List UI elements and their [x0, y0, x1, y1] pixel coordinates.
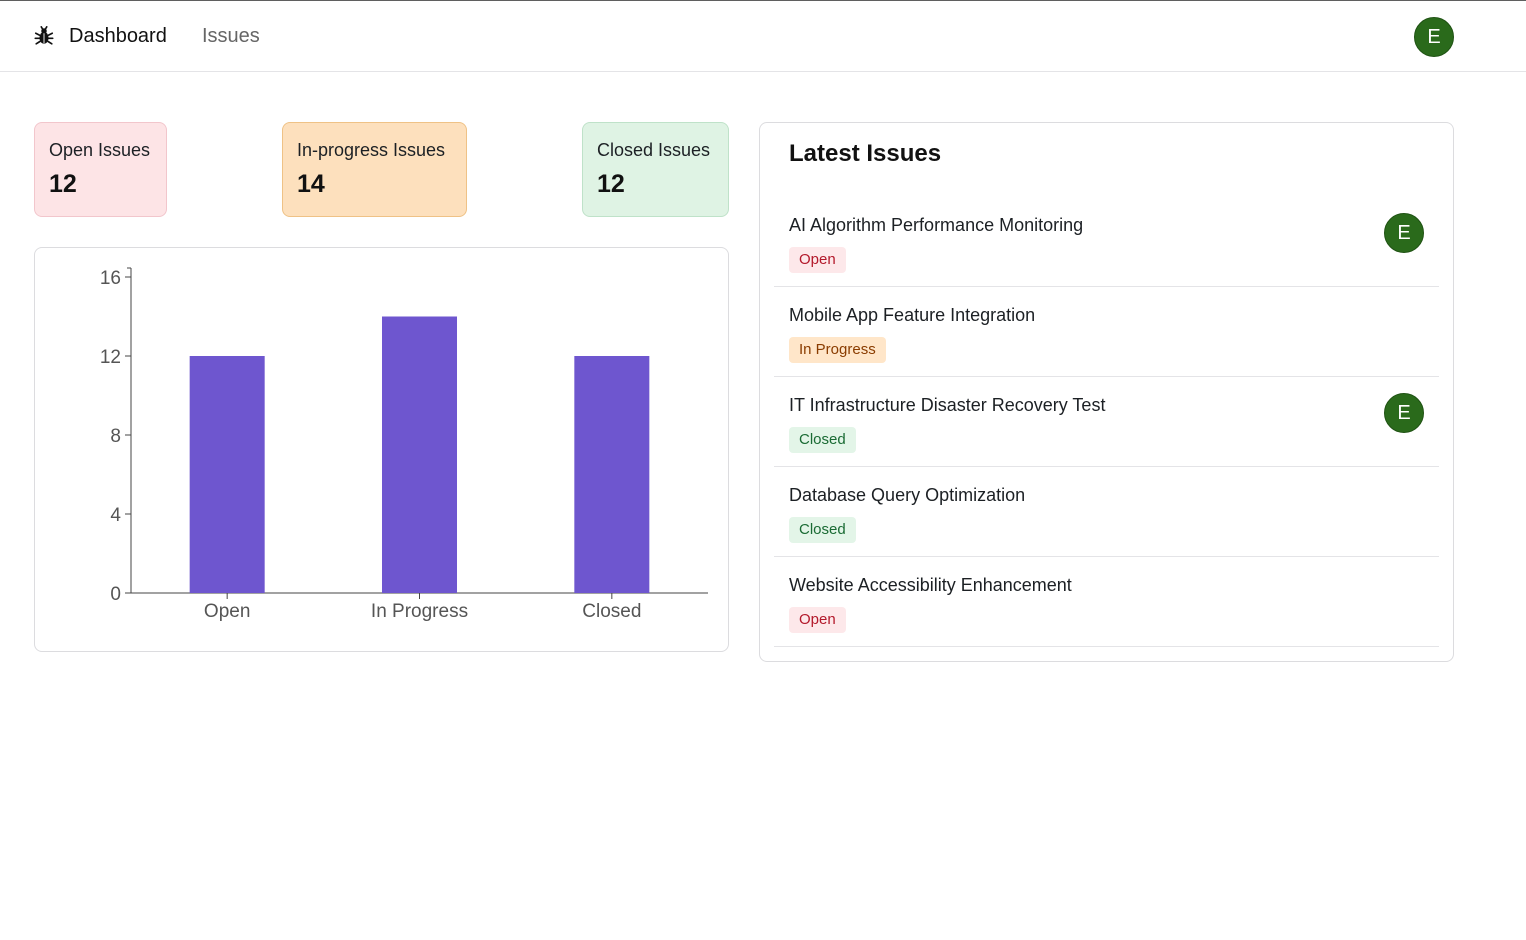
- x-tick-label: Open: [204, 601, 250, 622]
- latest-issues-list: AI Algorithm Performance Monitoring Open E…: [774, 197, 1439, 647]
- bar-chart: 0 4 8 12 16 Open In Progress Closed: [100, 267, 708, 622]
- status-badge: Open: [789, 247, 846, 273]
- open-issues-card: Open Issues 12: [34, 122, 167, 217]
- y-tick-label: 8: [110, 426, 121, 447]
- closed-issues-count: 12: [597, 170, 625, 198]
- status-badge: Closed: [789, 517, 856, 543]
- user-avatar[interactable]: E: [1414, 17, 1454, 57]
- assignee-avatar: E: [1384, 213, 1424, 253]
- open-issues-label[interactable]: Open Issues: [49, 138, 152, 162]
- x-tick-label: Closed: [582, 601, 641, 622]
- issue-row: IT Infrastructure Disaster Recovery Test…: [774, 377, 1439, 467]
- in-progress-issues-label[interactable]: In-progress Issues: [297, 138, 452, 162]
- in-progress-issues-count: 14: [297, 170, 325, 198]
- bug-icon[interactable]: [33, 25, 55, 47]
- issue-row: AI Algorithm Performance Monitoring Open E: [774, 197, 1439, 287]
- issue-title-link[interactable]: IT Infrastructure Disaster Recovery Test: [789, 393, 1105, 417]
- x-tick-label: In Progress: [371, 601, 468, 622]
- assignee-avatar: E: [1384, 393, 1424, 433]
- bar: [574, 356, 650, 593]
- open-issues-count: 12: [49, 170, 77, 198]
- issue-row: Mobile App Feature Integration In Progres…: [774, 287, 1439, 377]
- bar: [189, 356, 265, 593]
- issue-title-link[interactable]: AI Algorithm Performance Monitoring: [789, 213, 1083, 237]
- closed-issues-card: Closed Issues 12: [582, 122, 729, 217]
- y-tick-label: 16: [100, 268, 121, 289]
- status-badge: In Progress: [789, 337, 886, 363]
- issue-row: Database Query Optimization Closed: [774, 467, 1439, 557]
- closed-issues-label[interactable]: Closed Issues: [597, 138, 714, 162]
- bar: [381, 316, 458, 593]
- issue-title-link[interactable]: Website Accessibility Enhancement: [789, 573, 1072, 597]
- nav-issues-link[interactable]: Issues: [202, 24, 260, 48]
- issue-status-chart: 0 4 8 12 16 Open In Progress Closed: [34, 247, 729, 652]
- y-tick-label: 12: [100, 347, 121, 368]
- in-progress-issues-card: In-progress Issues 14: [282, 122, 467, 217]
- status-badge: Closed: [789, 427, 856, 453]
- issue-title-link[interactable]: Database Query Optimization: [789, 483, 1025, 507]
- nav-dashboard-link[interactable]: Dashboard: [69, 24, 167, 48]
- status-badge: Open: [789, 607, 846, 633]
- latest-issues-panel: Latest Issues AI Algorithm Performance M…: [759, 122, 1454, 662]
- issue-title-link[interactable]: Mobile App Feature Integration: [789, 303, 1035, 327]
- latest-issues-title: Latest Issues: [789, 140, 942, 167]
- y-tick-label: 0: [110, 584, 121, 605]
- navbar: Dashboard Issues E: [0, 1, 1526, 72]
- y-tick-label: 4: [110, 505, 121, 526]
- issue-row: Website Accessibility Enhancement Open: [774, 557, 1439, 647]
